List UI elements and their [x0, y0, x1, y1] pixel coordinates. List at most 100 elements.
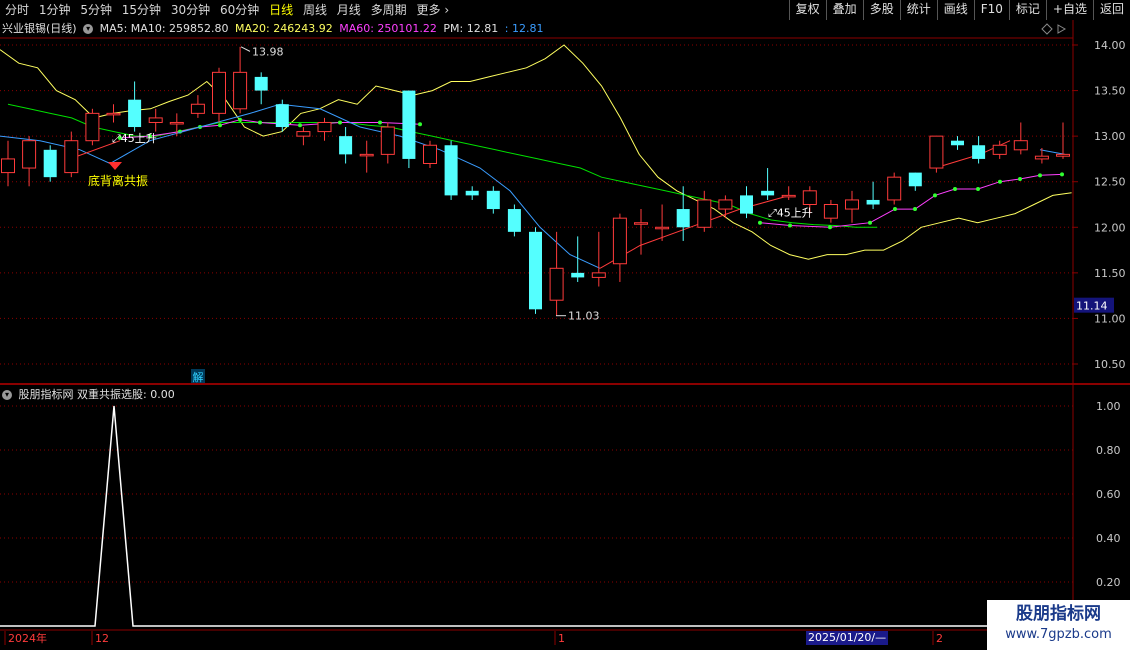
ma-blue-line-right [1039, 149, 1066, 155]
candle-body [486, 190, 500, 210]
candle-body [781, 194, 796, 198]
candle-body [1034, 155, 1049, 160]
candle-body [275, 104, 289, 128]
candle-body [1, 158, 15, 174]
candle-body [402, 90, 416, 159]
candle-body [380, 126, 395, 155]
high-price-label: 13.98 [252, 45, 284, 58]
candle-body [740, 195, 753, 214]
ma-dot [976, 187, 980, 192]
candle-body [634, 222, 648, 225]
watermark-url: www.7gpzb.com [1005, 627, 1112, 642]
candle-body [845, 199, 859, 210]
trend-up-label-2: ⤢45上升 [768, 207, 813, 220]
high-pointer [240, 46, 251, 52]
candle-body [887, 176, 902, 201]
candle-body [951, 140, 964, 146]
diamond-icon [1041, 23, 1053, 35]
candle-body [465, 190, 479, 196]
price-tick-label: 12.00 [1094, 221, 1126, 234]
price-tick-label: 13.00 [1094, 130, 1126, 143]
candle-body [233, 71, 248, 110]
price-tick-label: 11.00 [1094, 312, 1126, 325]
candle-body [866, 199, 880, 205]
ma-dot [378, 120, 382, 125]
red-trend-mid [599, 194, 791, 269]
candle-body [22, 140, 37, 169]
ma-dot [893, 207, 897, 212]
candle-body [972, 145, 986, 159]
candle-body [802, 190, 817, 205]
ma-dot [238, 117, 242, 122]
ma-dot [338, 120, 342, 125]
ma-dot [1018, 176, 1022, 181]
candle-body [992, 144, 1007, 155]
indicator-tick-label: 0.20 [1096, 576, 1121, 589]
ma-dot [218, 123, 222, 128]
candle-body [549, 267, 564, 301]
ma-dot [933, 193, 937, 198]
price-tick-label: 11.50 [1094, 267, 1126, 280]
date-label-year: 2024年 [8, 631, 47, 645]
indicator-line [0, 405, 1073, 627]
cursor-date: 2025/01/20/— [806, 631, 889, 645]
candle-body [296, 131, 311, 137]
ma-dot [1060, 172, 1064, 177]
ma-dot [868, 220, 872, 225]
date-label-feb: 2 [936, 632, 943, 645]
candle-body [612, 217, 627, 265]
candle-body [190, 103, 205, 114]
indicator-tick-label: 0.60 [1096, 488, 1121, 501]
low-price-label: 11.03 [568, 310, 600, 323]
date-label-dec: 12 [95, 632, 109, 645]
play-icon [1057, 24, 1067, 34]
candle-body [823, 204, 838, 219]
ma-dot [953, 187, 957, 192]
trend-up-label-1: ⤢45上升 [112, 132, 157, 145]
candle-body [718, 199, 733, 210]
candle-body [1013, 140, 1028, 151]
ma-dot [298, 123, 302, 128]
candle-body [655, 226, 670, 230]
candle-body [106, 112, 121, 116]
price-tick-label: 12.50 [1094, 176, 1126, 189]
candle-body [507, 209, 521, 232]
candle-body [1056, 153, 1070, 157]
candle-body [423, 144, 437, 164]
indicator-tick-label: 0.40 [1096, 532, 1121, 545]
candle-body [359, 153, 374, 157]
candle-body [128, 99, 142, 128]
candle-body [148, 117, 163, 123]
candle-body [761, 190, 775, 196]
candle-body [697, 199, 712, 228]
candle-body [212, 71, 226, 114]
watermark: 股朋指标网 www.7gpzb.com [987, 600, 1130, 650]
candle-body [444, 145, 458, 196]
candle-body [254, 76, 268, 91]
current-price-tag: 11.14 [1076, 300, 1108, 313]
candle-body [529, 231, 542, 310]
indicator-tick-label: 0.80 [1096, 444, 1121, 457]
indicator-tick-label: 1.00 [1096, 400, 1121, 413]
candle-body [908, 172, 922, 187]
kline-chart[interactable]: 14.0013.5013.0012.5012.0011.5011.0010.50… [0, 0, 1130, 650]
price-tick-label: 10.50 [1094, 358, 1126, 371]
ma-dot [418, 122, 422, 127]
jie-badge: 解 [193, 370, 204, 384]
candle-body [85, 112, 100, 142]
price-tick-label: 14.00 [1094, 39, 1126, 52]
candle-body [64, 140, 79, 174]
ma-dot [998, 179, 1002, 184]
date-label-jan: 1 [558, 632, 565, 645]
watermark-title: 股朋指标网 [1016, 604, 1101, 624]
candle-body [571, 272, 585, 278]
candle-body [317, 121, 332, 133]
ma-dot [828, 225, 832, 230]
candle-body [43, 149, 57, 178]
ma-dot [758, 220, 762, 225]
ma-dot [913, 207, 917, 212]
price-tick-label: 13.50 [1094, 85, 1126, 98]
candle-body [676, 209, 690, 228]
candle-body [169, 121, 184, 125]
candle-body [339, 136, 353, 155]
